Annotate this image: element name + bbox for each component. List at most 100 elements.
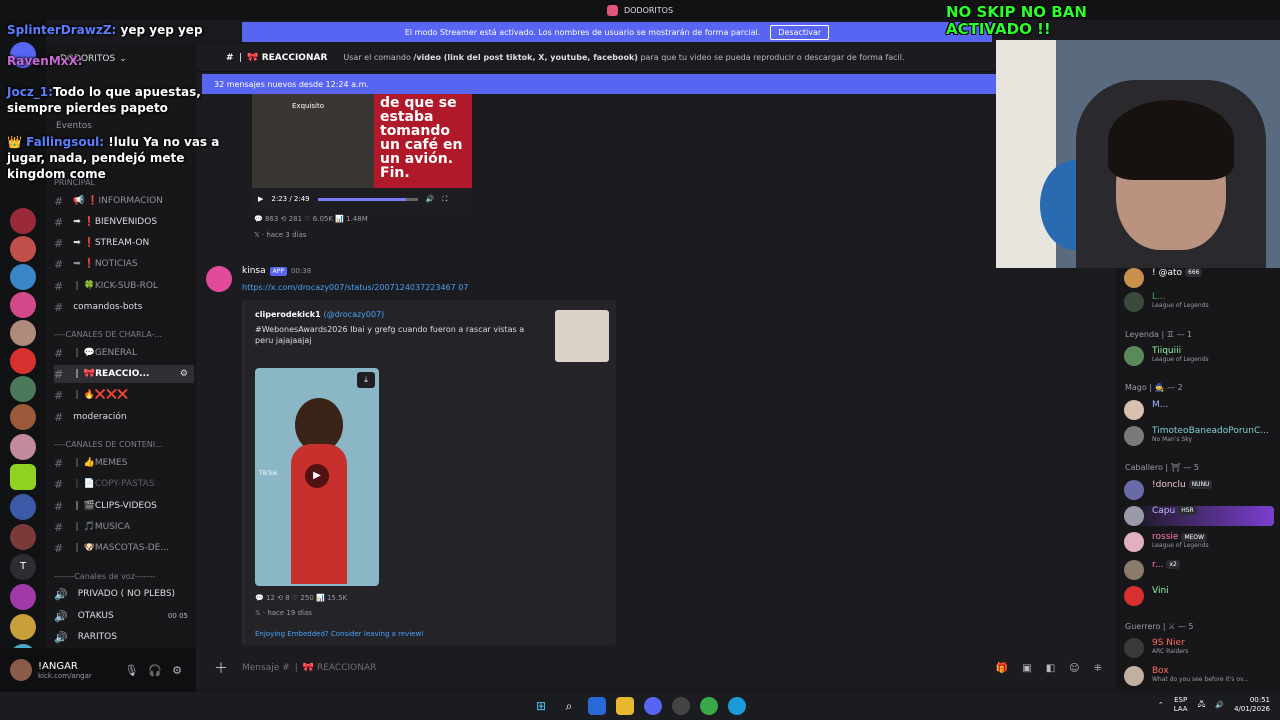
member-item[interactable]: 9S Nier ARC Raiders — [1124, 638, 1189, 658]
volume-icon[interactable]: 🔊 — [426, 195, 435, 203]
category-label: -------Canales de voz------- — [54, 572, 156, 581]
member-item[interactable]: r... x2 — [1124, 560, 1180, 580]
channel-general[interactable]: # ❘ 💬 GENERAL — [54, 344, 194, 362]
member-item[interactable]: TimoteoBaneadoPorunC... No Man's Sky — [1124, 426, 1269, 446]
channel-noticias[interactable]: # ➡ ❗ NOTICIAS — [54, 255, 194, 273]
language-indicator[interactable]: ESP LAA — [1174, 696, 1188, 714]
server-icon[interactable] — [10, 464, 36, 490]
play-icon[interactable]: ▶ — [305, 464, 329, 488]
voice-privado[interactable]: 🔊 PRIVADO ( NO PLEBS) — [54, 585, 194, 603]
embed-footer[interactable]: Enjoying Embedded? Consider leaving a re… — [255, 630, 424, 638]
member-item[interactable]: M... — [1124, 400, 1168, 420]
volume-icon[interactable]: 🔊 — [1215, 701, 1224, 709]
member-item[interactable]: ! @ato 666 — [1124, 268, 1203, 288]
server-icon[interactable] — [10, 236, 36, 262]
app-icon[interactable] — [672, 697, 690, 715]
edge-icon[interactable] — [728, 697, 746, 715]
video-controls: ▶ 2:23 / 2:49 🔊 ⛶ — [252, 188, 472, 210]
gift-icon[interactable]: 🎁 — [996, 663, 1008, 674]
voice-otakus[interactable]: 🔊 OTAKUS 00 05 — [54, 607, 194, 625]
channel-stream-on[interactable]: # ➡ ❗ STREAM-ON — [54, 234, 194, 252]
server-icon[interactable] — [10, 376, 36, 402]
settings-icon[interactable]: ⚙ — [180, 369, 188, 379]
avatar[interactable] — [206, 266, 232, 292]
category-charla[interactable]: ----CANALES DE CHARLA-... — [54, 330, 162, 339]
member-item[interactable]: Vini — [1124, 586, 1169, 606]
server-icon[interactable] — [10, 614, 36, 640]
server-icon[interactable] — [10, 292, 36, 318]
channel-clips-videos[interactable]: # ❘ 🎬 CLIPS-VIDEOS — [54, 497, 194, 515]
network-icon[interactable]: 🖧 — [1198, 700, 1206, 711]
apps-icon[interactable]: ⁜ — [1094, 663, 1102, 674]
member-item[interactable]: L... League of Legends — [1124, 292, 1209, 312]
channel-musica[interactable]: # ❘ 🎵 MUSICA — [54, 518, 194, 536]
member-item[interactable]: Tiiquiii League of Legends — [1124, 346, 1209, 366]
server-icon[interactable] — [10, 494, 36, 520]
server-icon[interactable] — [10, 404, 36, 430]
embed-thumbnail[interactable] — [555, 310, 609, 362]
category-label: ----CANALES DE CHARLA-... — [54, 330, 163, 339]
search-icon[interactable]: ⌕ — [560, 697, 578, 715]
channel-moderacion[interactable]: # moderación — [54, 408, 194, 426]
server-icon[interactable] — [10, 264, 36, 290]
server-icon[interactable] — [10, 320, 36, 346]
member-item[interactable]: !donclu NUNU — [1124, 480, 1213, 500]
member-item[interactable]: rossie MEOW League of Legends — [1124, 532, 1209, 552]
server-icon[interactable] — [10, 524, 36, 550]
channel-copy-pastas[interactable]: # ❘ 📄 COPY-PASTAS — [54, 475, 194, 493]
video-progress[interactable] — [317, 197, 418, 201]
app-icon[interactable] — [588, 697, 606, 715]
server-icon[interactable] — [10, 584, 36, 610]
username: !ANGAR — [38, 660, 78, 672]
channel-mascotas[interactable]: # ❘ 🐶 MASCOTAS-DE... — [54, 539, 194, 557]
channel-reaccionar[interactable]: # ❘ 🎀 REACCIO... ⚙ — [54, 365, 194, 383]
message-link[interactable]: https://x.com/drocazy007/status/20071240… — [242, 283, 468, 292]
headphones-icon[interactable]: 🎧 — [148, 664, 162, 677]
download-icon[interactable]: ⤓ — [357, 372, 375, 388]
video-time: 2:23 / 2:49 — [271, 195, 310, 203]
emoji-icon[interactable]: ☺ — [1069, 663, 1079, 674]
member-item[interactable]: Box What do you see before it's ov... — [1124, 666, 1249, 686]
microphone-icon[interactable]: 🎙 — [124, 664, 138, 677]
server-icon[interactable] — [10, 348, 36, 374]
add-attachment-button[interactable]: ＋ — [214, 658, 228, 678]
avatar — [1124, 666, 1144, 686]
chevron-up-icon[interactable]: ⌃ — [1158, 701, 1164, 709]
voice-raritos[interactable]: 🔊 RARITOS — [54, 628, 194, 646]
gif-icon[interactable]: ▣ — [1022, 663, 1031, 674]
folder-icon[interactable] — [616, 697, 634, 715]
new-messages-bar[interactable]: 32 mensajes nuevos desde 12:24 a.m. — [202, 74, 996, 94]
embed-video[interactable]: ▶ ⤓ TikTok — [255, 368, 379, 586]
disable-streamer-button[interactable]: Desactivar — [770, 24, 830, 40]
avatar[interactable] — [10, 659, 32, 681]
member-name: r... — [1152, 560, 1164, 570]
embed-ago: hace 19 días — [267, 609, 312, 617]
channel-bienvenidos[interactable]: # ➡ ❗ BIENVENIDOS — [54, 213, 194, 231]
category-contenido[interactable]: ----CANALES DE CONTENI... — [54, 440, 163, 449]
channel-kick-sub-rol[interactable]: # ❘ 🍀 KICK-SUB-ROL — [54, 277, 194, 295]
server-icon[interactable]: T — [10, 554, 36, 580]
gear-icon[interactable]: ⚙ — [172, 664, 182, 677]
category-voz[interactable]: -------Canales de voz------- — [54, 572, 155, 581]
video-player[interactable]: Exquisito de que se estaba tomando un ca… — [252, 94, 472, 210]
windows-start-icon[interactable]: ⊞ — [532, 697, 550, 715]
clock[interactable]: 00:51 4/01/2026 — [1234, 696, 1270, 714]
discord-icon[interactable] — [644, 697, 662, 715]
sticker-icon[interactable]: ◧ — [1046, 663, 1055, 674]
channel-memes[interactable]: # ❘ 👍 MEMES — [54, 454, 194, 472]
play-icon[interactable]: ▶ — [258, 195, 263, 203]
video-label: Exquisito — [292, 102, 325, 110]
channel-label: CLIPS-VIDEOS — [94, 501, 157, 511]
embed-author[interactable]: cliperodekick1 (@drocazy007) — [255, 310, 384, 319]
fullscreen-icon[interactable]: ⛶ — [442, 195, 447, 204]
server-icon[interactable] — [10, 208, 36, 234]
message-author[interactable]: kinsa — [242, 266, 266, 276]
message-input[interactable]: Mensaje # ❘ 🎀 REACCIONAR — [242, 663, 376, 673]
hash-icon: # — [54, 257, 64, 271]
server-icon[interactable] — [10, 434, 36, 460]
channel-xxx[interactable]: # ❘ 🔥 ❌❌❌ — [54, 386, 194, 404]
channel-comandos-bots[interactable]: # comandos-bots — [54, 298, 194, 316]
member-item[interactable]: Capu HSR — [1124, 506, 1274, 526]
member-list: ! @ato 666 L... League of Legends Leyenda … — [1116, 268, 1280, 692]
chrome-icon[interactable] — [700, 697, 718, 715]
